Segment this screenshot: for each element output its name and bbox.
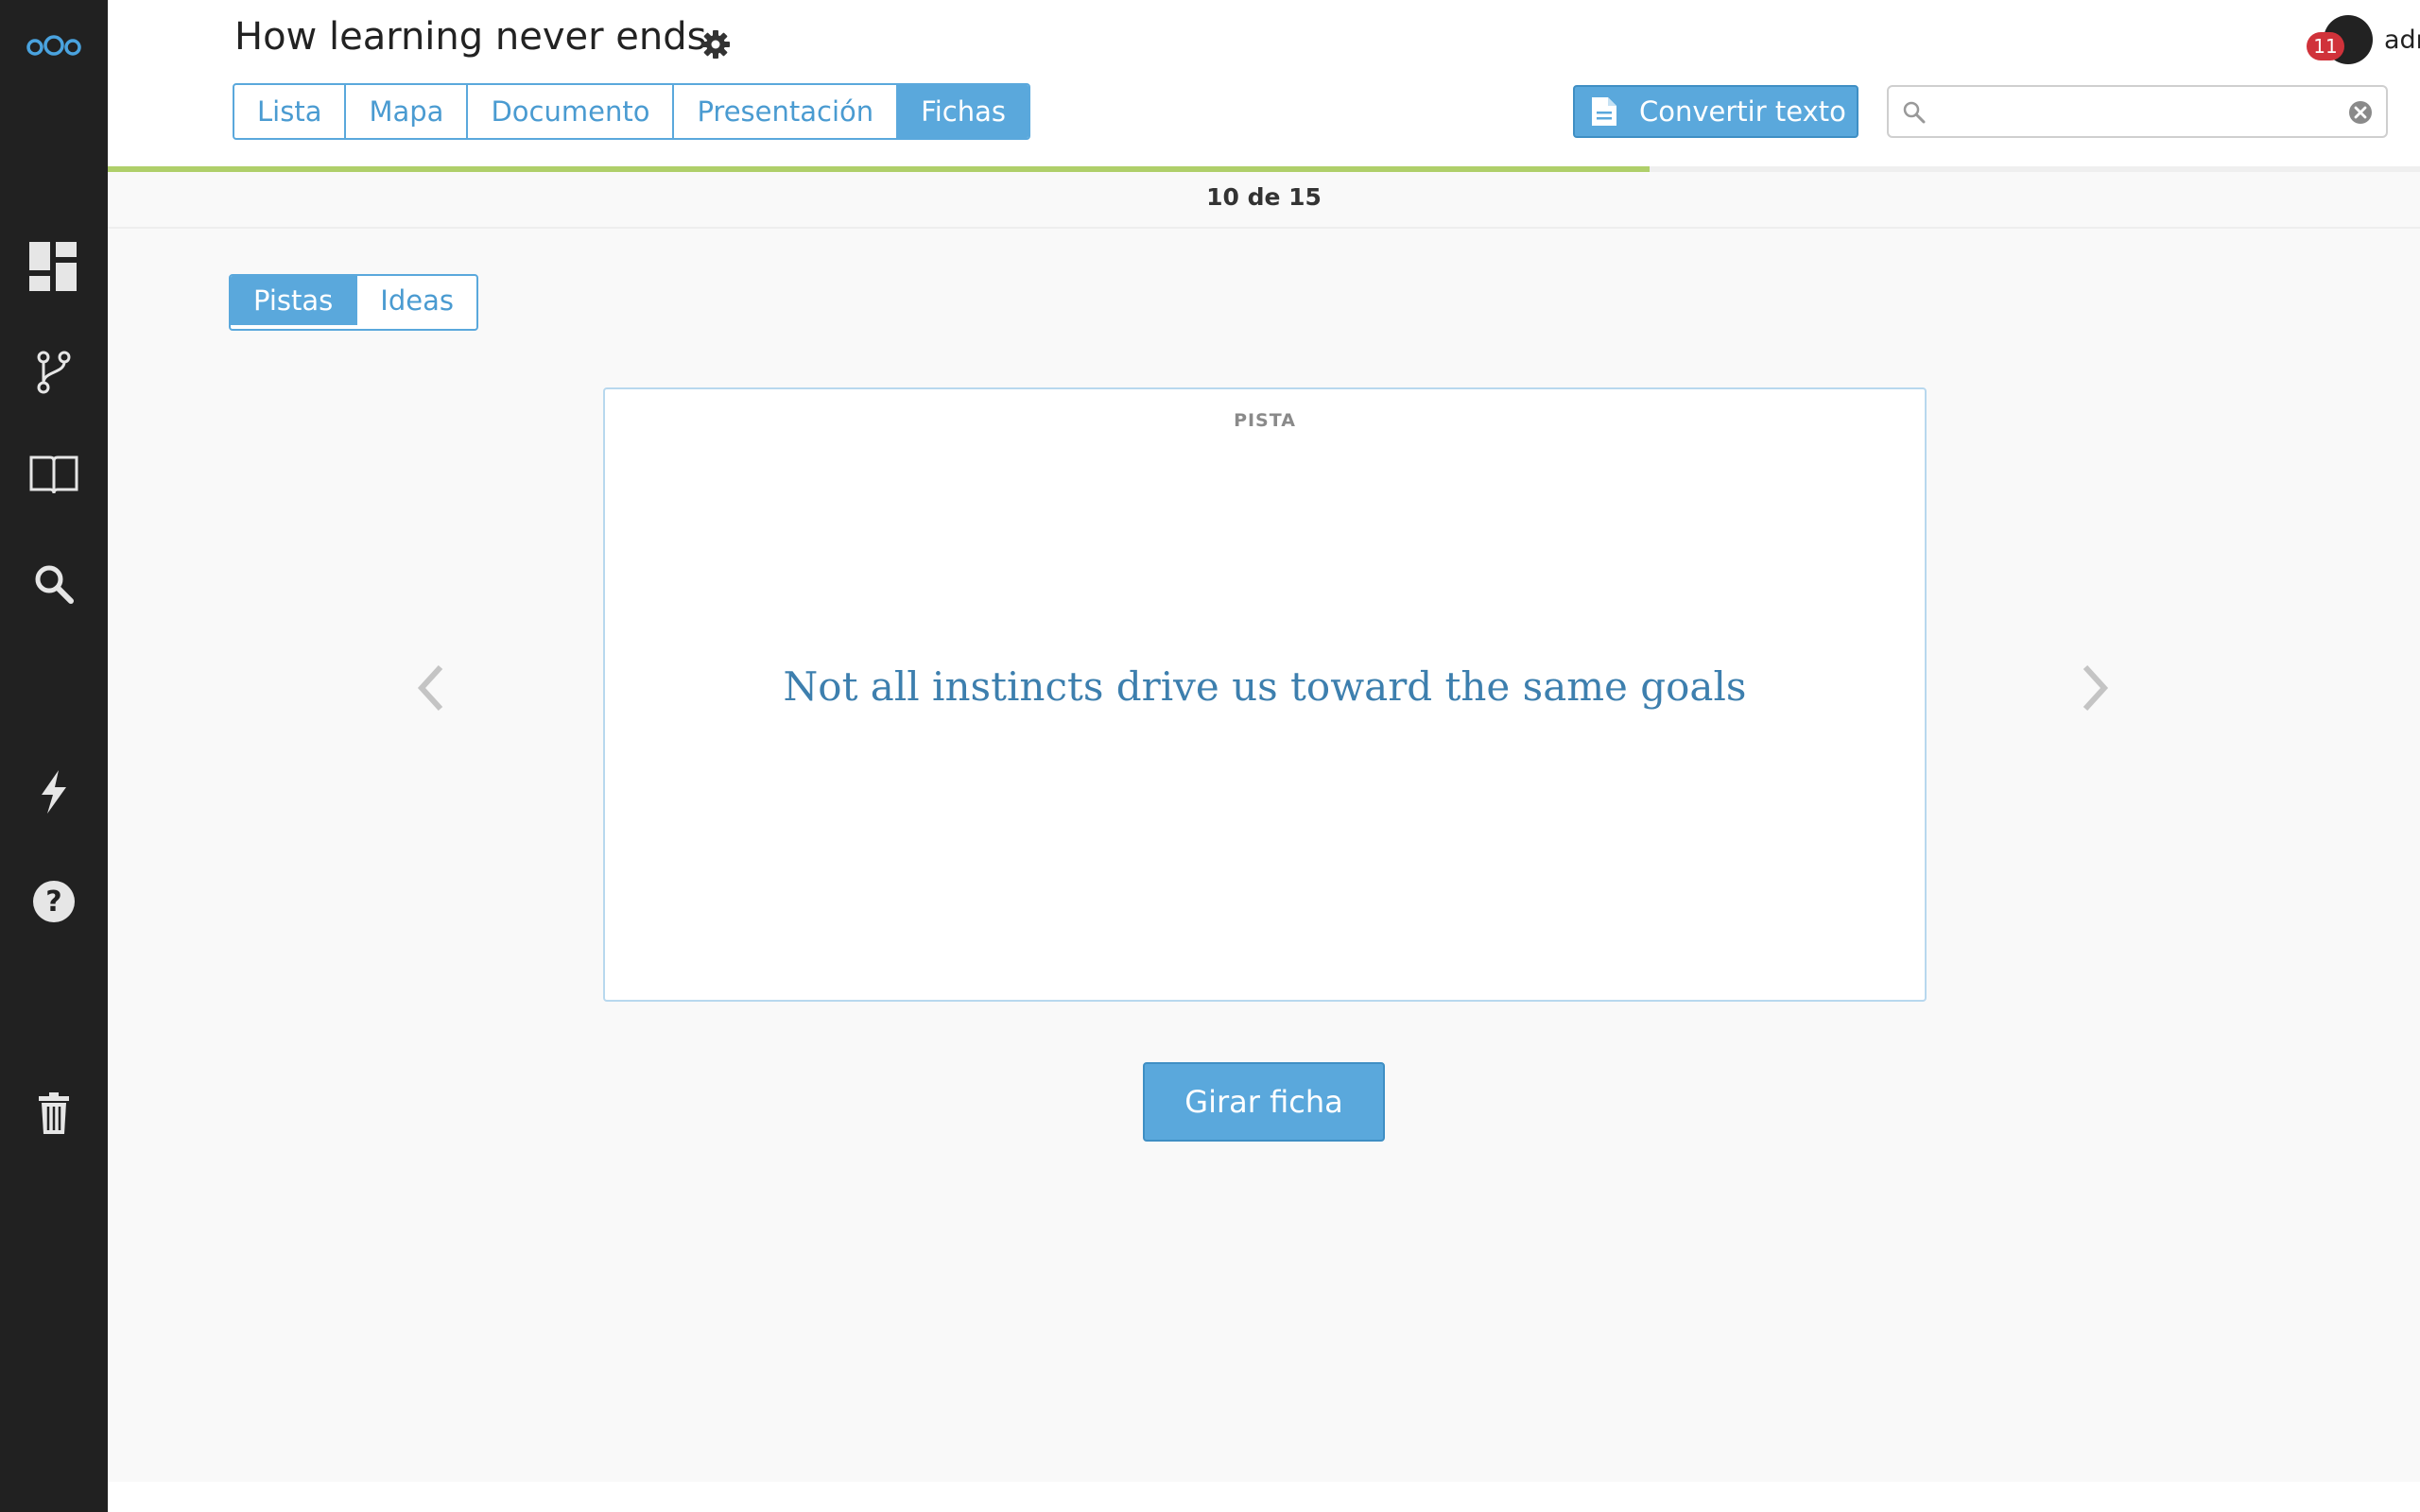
book-icon[interactable]	[0, 437, 108, 512]
chevron-right-icon[interactable]	[2076, 662, 2114, 714]
page-title: How learning never ends	[234, 15, 707, 59]
document-icon	[1592, 97, 1616, 126]
svg-text:?: ?	[45, 885, 61, 919]
footer	[108, 1482, 2420, 1512]
convert-text-label: Convertir texto	[1639, 95, 1846, 128]
header: How learning never ends Lista Mapa Docum…	[108, 0, 2420, 168]
help-icon[interactable]: ?	[0, 864, 108, 939]
toggle-ideas[interactable]: Ideas	[357, 276, 476, 325]
sidebar: ?	[0, 0, 108, 1512]
chevron-left-icon[interactable]	[412, 662, 450, 714]
tab-mapa[interactable]: Mapa	[346, 85, 469, 138]
username: adriano	[2384, 25, 2420, 55]
progress-fill	[108, 166, 1650, 172]
notification-badge[interactable]: 11	[2307, 32, 2344, 60]
lightning-icon[interactable]	[0, 754, 108, 830]
tab-lista[interactable]: Lista	[234, 85, 347, 138]
tab-presentacion[interactable]: Presentación	[674, 85, 899, 138]
view-tabs: Lista Mapa Documento Presentación Fichas	[233, 83, 1030, 140]
progress-bar	[108, 166, 2420, 172]
branch-icon[interactable]	[0, 335, 108, 410]
search-icon[interactable]	[0, 546, 108, 622]
card-label: PISTA	[1234, 410, 1296, 431]
gear-icon[interactable]	[700, 28, 732, 60]
convert-text-button[interactable]: Convertir texto	[1573, 85, 1858, 138]
clear-search-icon[interactable]	[2348, 100, 2373, 125]
toggle-pistas[interactable]: Pistas	[231, 276, 358, 325]
card-text: Not all instincts drive us toward the sa…	[783, 663, 1747, 710]
card-side-toggle: Pistas Ideas	[229, 274, 478, 331]
progress-text: 10 de 15	[1206, 183, 1322, 211]
flip-card-button[interactable]: Girar ficha	[1143, 1062, 1385, 1142]
tab-documento[interactable]: Documento	[468, 85, 675, 138]
flashcard: PISTA Not all instincts drive us toward …	[603, 387, 1927, 1002]
search-input[interactable]	[1934, 93, 2335, 132]
dashboard-icon[interactable]	[0, 229, 108, 304]
trash-icon[interactable]	[0, 1075, 108, 1151]
search-box	[1887, 85, 2388, 138]
search-icon	[1903, 101, 1926, 124]
nextcloud-logo-icon[interactable]	[0, 8, 108, 83]
tab-fichas[interactable]: Fichas	[898, 85, 1028, 138]
divider	[108, 227, 2420, 229]
